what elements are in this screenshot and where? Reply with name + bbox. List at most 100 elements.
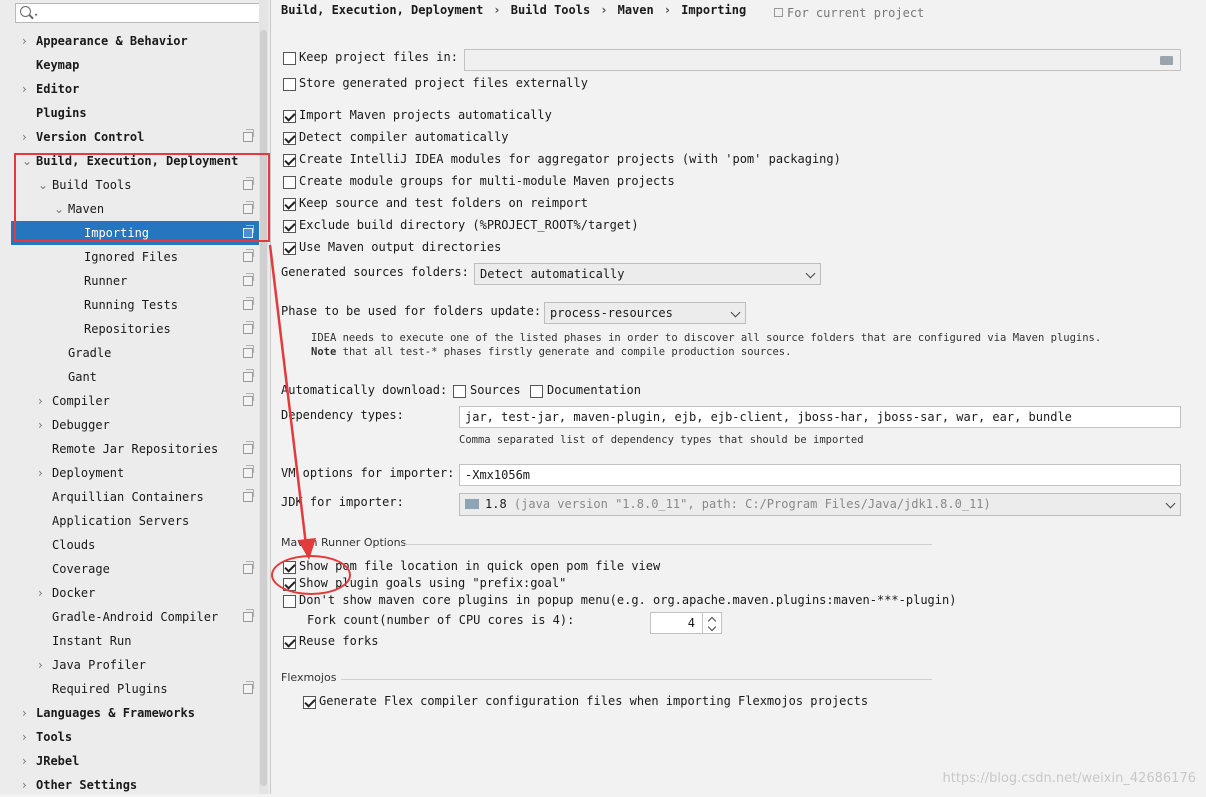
sidebar-item-other-settings[interactable]: › Other Settings <box>0 773 262 797</box>
show-plugin-goals-checkbox[interactable] <box>283 578 296 591</box>
project-files-path-field[interactable] <box>464 49 1181 71</box>
sidebar-item-gradle[interactable]: Gradle <box>0 341 262 365</box>
jdk-importer-select[interactable]: 1.8 (java version "1.8.0_11", path: C:/P… <box>459 493 1181 516</box>
sidebar-item-deployment[interactable]: › Deployment <box>0 461 262 485</box>
chevron-down-icon[interactable]: ⌄ <box>38 173 48 197</box>
chevron-right-icon[interactable]: › <box>22 773 32 797</box>
show-pom-location-label: Show pom file location in quick open pom… <box>299 559 661 573</box>
vm-options-input[interactable]: -Xmx1056m <box>459 464 1181 486</box>
chevron-right-icon[interactable]: › <box>22 125 32 149</box>
sidebar-item-languages-frameworks[interactable]: › Languages & Frameworks <box>0 701 262 725</box>
keep-project-files-checkbox[interactable] <box>283 52 296 65</box>
chevron-down-icon[interactable]: ⌄ <box>22 149 32 173</box>
project-scope-icon <box>243 297 254 310</box>
sidebar-item-arquillian-containers[interactable]: Arquillian Containers <box>0 485 262 509</box>
sidebar-item-compiler[interactable]: › Compiler <box>0 389 262 413</box>
sidebar-item-running-tests[interactable]: Running Tests <box>0 293 262 317</box>
use-output-dirs-checkbox[interactable] <box>283 242 296 255</box>
sidebar-item-repositories[interactable]: Repositories <box>0 317 262 341</box>
fork-count-label: Fork count(number of CPU cores is 4): <box>307 613 575 627</box>
sidebar-item-tools[interactable]: › Tools <box>0 725 262 749</box>
detect-compiler-checkbox[interactable] <box>283 132 296 145</box>
sidebar-item-jrebel[interactable]: › JRebel <box>0 749 262 773</box>
chevron-right-icon[interactable]: › <box>38 581 48 605</box>
reuse-forks-checkbox[interactable] <box>283 636 296 649</box>
sidebar-item-remote-jar-repositories[interactable]: Remote Jar Repositories <box>0 437 262 461</box>
sidebar-item-editor[interactable]: › Editor <box>0 77 262 101</box>
chevron-right-icon[interactable]: › <box>22 77 32 101</box>
sidebar-item-debugger[interactable]: › Debugger <box>0 413 262 437</box>
chevron-right-icon[interactable]: › <box>38 413 48 437</box>
fork-count-spinner[interactable] <box>702 612 722 634</box>
dependency-types-input[interactable]: jar, test-jar, maven-plugin, ejb, ejb-cl… <box>459 406 1181 428</box>
chevron-right-icon[interactable]: › <box>22 701 32 725</box>
flexmojos-title: Flexmojos <box>281 671 337 684</box>
runner-options-title: Maven Runner Options <box>281 536 407 549</box>
sidebar-item-required-plugins[interactable]: Required Plugins <box>0 677 262 701</box>
generate-flex-config-checkbox[interactable] <box>303 696 316 709</box>
download-sources-checkbox[interactable] <box>453 385 466 398</box>
sidebar-item-ignored-files[interactable]: Ignored Files <box>0 245 262 269</box>
settings-search-input[interactable]: ▾ <box>15 3 263 23</box>
sidebar-scrollbar[interactable] <box>259 0 268 794</box>
section-divider <box>341 679 932 680</box>
project-scope-icon <box>243 441 254 454</box>
project-scope-icon <box>243 369 254 382</box>
sidebar-item-gradle-android-compiler[interactable]: Gradle-Android Compiler <box>0 605 262 629</box>
scope-indicator: For current project <box>774 6 924 20</box>
generated-sources-label: Generated sources folders: <box>281 265 469 279</box>
project-scope-icon <box>243 345 254 358</box>
chevron-right-icon[interactable]: › <box>38 653 48 677</box>
chevron-down-icon[interactable]: ⌄ <box>54 197 64 221</box>
create-modules-label: Create IntelliJ IDEA modules for aggrega… <box>299 152 841 166</box>
sidebar-item-runner[interactable]: Runner <box>0 269 262 293</box>
project-scope-icon <box>243 561 254 574</box>
jdk-importer-label: JDK for importer: <box>281 495 404 509</box>
keep-source-folders-checkbox[interactable] <box>283 198 296 211</box>
chevron-right-icon[interactable]: › <box>38 389 48 413</box>
sidebar-item-plugins[interactable]: Plugins <box>0 101 262 125</box>
sidebar-item-importing[interactable]: Importing <box>11 221 267 245</box>
breadcrumb-part: Build, Execution, Deployment <box>281 3 484 17</box>
chevron-down-icon[interactable] <box>707 622 717 632</box>
show-plugin-goals-label: Show plugin goals using "prefix:goal" <box>299 576 567 590</box>
store-generated-checkbox[interactable] <box>283 78 296 91</box>
project-scope-icon <box>243 177 254 190</box>
sidebar-item-maven[interactable]: ⌄ Maven <box>0 197 262 221</box>
sidebar-item-build-execution-deployment[interactable]: ⌄ Build, Execution, Deployment <box>0 149 262 173</box>
exclude-build-dir-checkbox[interactable] <box>283 220 296 233</box>
sidebar-item-docker[interactable]: › Docker <box>0 581 262 605</box>
jdk-folder-icon <box>465 499 479 509</box>
chevron-right-icon[interactable]: › <box>22 29 32 53</box>
create-modules-checkbox[interactable] <box>283 154 296 167</box>
chevron-right-icon[interactable]: › <box>22 749 32 773</box>
generated-sources-select[interactable]: Detect automatically <box>474 263 821 285</box>
dont-show-core-plugins-checkbox[interactable] <box>283 595 296 608</box>
search-icon <box>20 6 31 17</box>
folder-icon[interactable] <box>1160 56 1173 65</box>
sidebar-item-java-profiler[interactable]: › Java Profiler <box>0 653 262 677</box>
chevron-right-icon[interactable]: › <box>38 461 48 485</box>
phase-label: Phase to be used for folders update: <box>281 304 542 318</box>
project-scope-icon <box>243 249 254 262</box>
sidebar-item-keymap[interactable]: Keymap <box>0 53 262 77</box>
sidebar-scrollbar-thumb[interactable] <box>260 30 267 786</box>
create-module-groups-checkbox[interactable] <box>283 176 296 189</box>
sidebar-item-coverage[interactable]: Coverage <box>0 557 262 581</box>
sidebar-item-application-servers[interactable]: Application Servers <box>0 509 262 533</box>
show-pom-location-checkbox[interactable] <box>283 561 296 574</box>
phase-select[interactable]: process-resources <box>544 302 746 324</box>
import-maven-auto-checkbox[interactable] <box>283 110 296 123</box>
settings-sidebar: ▾ › Appearance & Behavior Keymap › Editor … <box>0 0 271 794</box>
sidebar-item-clouds[interactable]: Clouds <box>0 533 262 557</box>
exclude-build-dir-label: Exclude build directory (%PROJECT_ROOT%/… <box>299 218 639 232</box>
sidebar-item-instant-run[interactable]: Instant Run <box>0 629 262 653</box>
breadcrumb: Build, Execution, Deployment › Build Too… <box>281 3 746 17</box>
download-documentation-checkbox[interactable] <box>530 385 543 398</box>
sidebar-item-build-tools[interactable]: ⌄ Build Tools <box>0 173 262 197</box>
chevron-right-icon[interactable]: › <box>22 725 32 749</box>
sidebar-item-version-control[interactable]: › Version Control <box>0 125 262 149</box>
search-dropdown-icon[interactable]: ▾ <box>34 12 38 19</box>
sidebar-item-gant[interactable]: Gant <box>0 365 262 389</box>
sidebar-item-appearance[interactable]: › Appearance & Behavior <box>0 29 262 53</box>
